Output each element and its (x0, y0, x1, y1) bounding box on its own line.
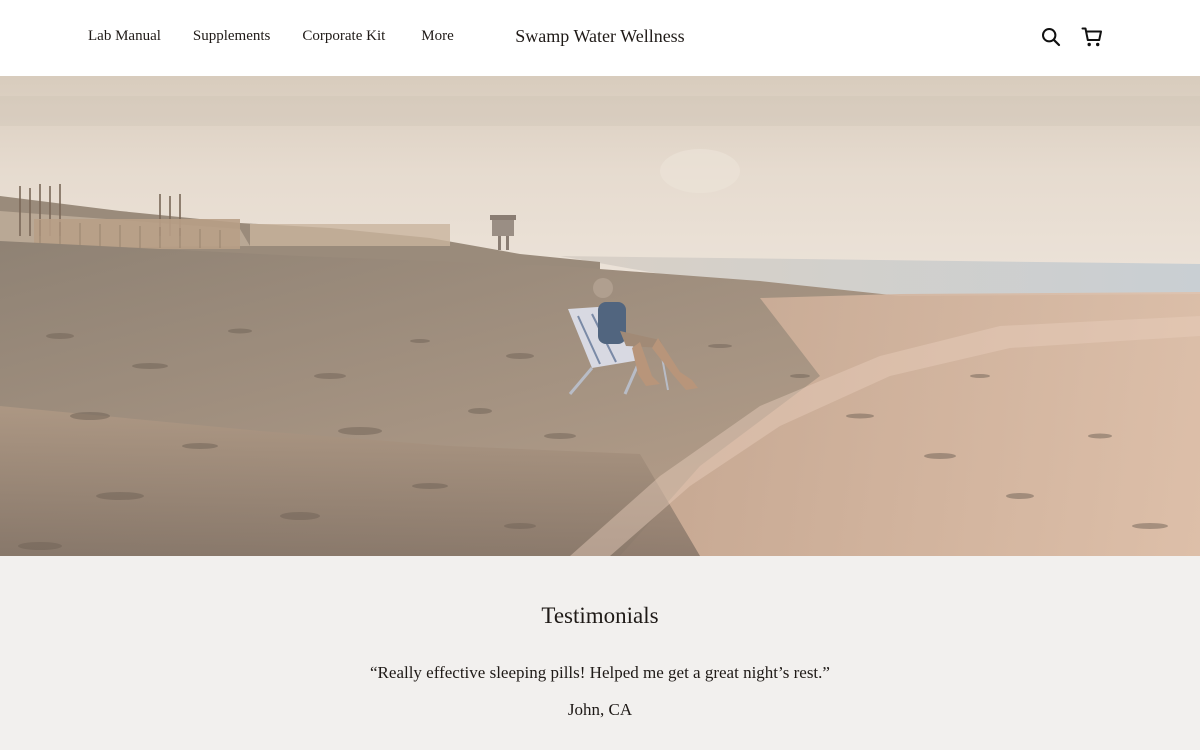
header-actions (1022, 24, 1104, 50)
testimonial-quote: “Really effective sleeping pills! Helped… (370, 663, 830, 682)
cart-icon (1081, 27, 1102, 47)
nav-link-lab-manual[interactable]: Lab Manual (88, 28, 161, 45)
testimonials-title: Testimonials (541, 603, 659, 628)
testimonials-section: Testimonials “Really effective sleeping … (0, 556, 1200, 750)
main-nav: Lab Manual Supplements Corporate Kit Mor… (88, 0, 486, 73)
search-icon (1042, 28, 1061, 47)
nav-link-supplements[interactable]: Supplements (193, 28, 271, 45)
site-header: Lab Manual Supplements Corporate Kit Mor… (0, 0, 1200, 76)
testimonial-author: John, CA (567, 700, 633, 719)
nav-link-more[interactable]: More (421, 28, 454, 45)
beach-scene-illustration (0, 76, 1200, 556)
nav-link-corporate-kit[interactable]: Corporate Kit (302, 28, 385, 45)
hero-image (0, 76, 1200, 556)
site-logo-text[interactable]: Swamp Water Wellness (515, 26, 684, 47)
search-button[interactable] (1039, 25, 1063, 49)
cart-button[interactable] (1080, 25, 1104, 49)
